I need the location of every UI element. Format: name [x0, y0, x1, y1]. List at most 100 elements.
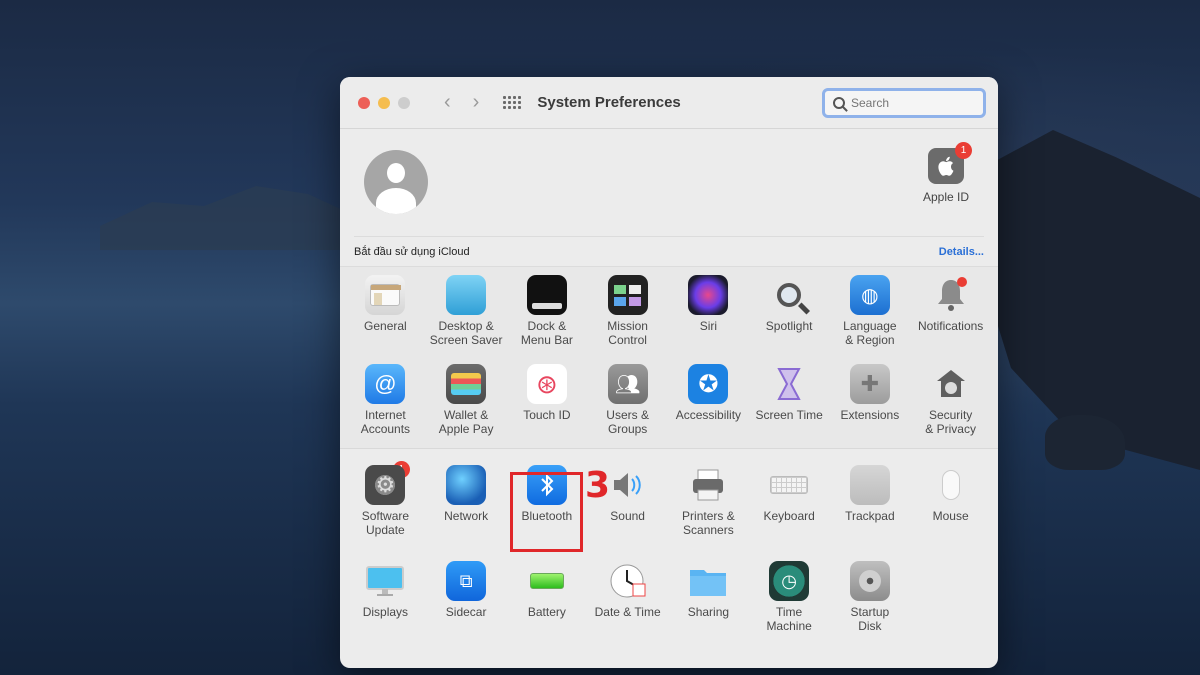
pref-notifications[interactable]: Notifications [910, 275, 991, 364]
pref-trackpad[interactable]: Trackpad [830, 465, 911, 554]
search-input[interactable] [851, 95, 971, 110]
pref-mouse[interactable]: Mouse [910, 465, 991, 554]
user-avatar-icon[interactable] [364, 150, 428, 214]
back-chevron-icon[interactable]: ‹ [444, 91, 451, 114]
pref-wallet[interactable]: Wallet & Apple Pay [426, 364, 507, 453]
minimize-button[interactable] [378, 96, 390, 109]
forward-chevron-icon[interactable]: › [473, 91, 480, 114]
time-machine-icon: ◷ [769, 561, 810, 601]
pref-accessibility[interactable]: ✪ Accessibility [668, 364, 749, 453]
pref-siri[interactable]: Siri [668, 275, 749, 364]
account-panel: 1 Apple ID [354, 129, 984, 237]
pref-label: Siri [699, 319, 718, 333]
pref-time-machine[interactable]: ◷ Time Machine [749, 561, 830, 650]
pref-label: Displays [362, 605, 409, 619]
pref-label: Sound [610, 509, 645, 523]
window-controls [358, 96, 410, 109]
pref-label: General [364, 319, 407, 333]
pref-label: Internet Accounts [360, 408, 411, 436]
pref-label: Accessibility [675, 408, 742, 422]
pref-mission-control[interactable]: Mission Control [587, 275, 668, 364]
system-preferences-window: ‹ › System Preferences 1 Apple ID Bắt đầ… [340, 77, 998, 668]
apple-logo-icon: 1 [928, 142, 972, 184]
pref-spotlight[interactable]: Spotlight [749, 275, 830, 364]
sharing-icon [688, 561, 728, 601]
pref-label: Network [444, 509, 489, 523]
pref-keyboard[interactable]: Keyboard [749, 465, 830, 554]
trackpad-icon [849, 465, 890, 505]
pref-label: Software Update [361, 509, 410, 537]
pref-label: Users & Groups [606, 408, 649, 436]
users-icon: 👥︎ [607, 364, 648, 404]
pref-security[interactable]: Security & Privacy [910, 364, 991, 453]
pref-label: Sharing [687, 605, 730, 619]
pref-label: Touch ID [523, 408, 571, 422]
pref-label: Mouse [932, 509, 969, 523]
pref-label: Language & Region [843, 319, 897, 347]
navigation: ‹ › [444, 91, 479, 114]
pref-label: Screen Time [755, 408, 823, 422]
step-number-annotation: 3 [585, 465, 611, 506]
zoom-button[interactable] [398, 96, 410, 109]
language-icon: ◍ [849, 275, 890, 315]
keyboard-icon [769, 465, 809, 505]
bluetooth-highlight-box [510, 472, 583, 552]
search-field[interactable] [822, 87, 986, 118]
sound-icon [608, 465, 648, 505]
printers-icon [688, 465, 728, 505]
pref-sidecar[interactable]: ⧉ Sidecar [426, 561, 507, 650]
pref-battery[interactable]: Battery [507, 561, 588, 650]
pref-language[interactable]: ◍ Language & Region [830, 275, 911, 364]
general-icon [365, 275, 406, 315]
pref-label: Date & Time [594, 605, 661, 619]
pref-software-update[interactable]: 1⚙Software Update [345, 461, 426, 554]
titlebar: ‹ › System Preferences [340, 77, 998, 129]
pref-label: Keyboard [763, 509, 815, 523]
icloud-text: Bắt đầu sử dụng iCloud [354, 245, 470, 258]
pref-sharing[interactable]: Sharing [668, 561, 749, 650]
pref-label: Sidecar [445, 605, 487, 619]
pref-network[interactable]: Network [426, 465, 507, 554]
show-all-grid-icon[interactable] [503, 95, 522, 110]
network-icon [446, 465, 487, 505]
pref-label: Startup Disk [850, 605, 890, 633]
wallet-icon [446, 364, 487, 404]
pref-extensions[interactable]: ✚ Extensions [830, 364, 911, 453]
pref-label: Desktop & Screen Saver [429, 319, 503, 347]
pref-desktop[interactable]: Desktop & Screen Saver [426, 275, 507, 364]
wallpaper-island [100, 186, 360, 250]
pref-label: Spotlight [765, 319, 813, 333]
pref-label: Trackpad [845, 509, 895, 523]
pref-general[interactable]: General [345, 275, 426, 364]
close-button[interactable] [358, 96, 370, 109]
pref-screen-time[interactable]: Screen Time [749, 364, 830, 453]
pref-users[interactable]: 👥︎ Users & Groups [587, 364, 668, 453]
pref-label: Dock & Menu Bar [520, 319, 573, 347]
pref-startup-disk[interactable]: Startup Disk [830, 561, 911, 650]
mission-control-icon [607, 275, 648, 315]
pref-internet-accounts[interactable]: @ Internet Accounts [345, 364, 426, 453]
preferences-section-hardware: 1⚙Software UpdateNetworkBluetoothSoundPr… [340, 449, 998, 657]
apple-id-pref[interactable]: 1 Apple ID [916, 142, 976, 204]
window-title: System Preferences [537, 94, 681, 111]
displays-icon [365, 561, 405, 601]
touch-id-icon: ⊛ [526, 364, 567, 404]
battery-icon [527, 561, 567, 601]
pref-displays[interactable]: Displays [345, 561, 426, 650]
pref-label: Security & Privacy [925, 408, 976, 436]
details-link[interactable]: Details... [939, 246, 984, 258]
pref-label: Mission Control [607, 319, 648, 347]
dock-icon [526, 275, 567, 315]
mouse-icon [931, 465, 971, 505]
date-time-icon [608, 561, 648, 601]
accessibility-icon: ✪ [688, 364, 729, 404]
pref-dock[interactable]: Dock & Menu Bar [507, 275, 588, 364]
pref-printers[interactable]: Printers & Scanners [668, 465, 749, 554]
pref-label: Extensions [840, 408, 900, 422]
apple-id-badge: 1 [955, 142, 972, 159]
spotlight-icon [769, 275, 811, 315]
pref-date-time[interactable]: Date & Time [587, 561, 668, 650]
desktop-icon [446, 275, 487, 315]
pref-touch-id[interactable]: ⊛ Touch ID [507, 364, 588, 453]
pref-label: Wallet & Apple Pay [438, 408, 494, 436]
